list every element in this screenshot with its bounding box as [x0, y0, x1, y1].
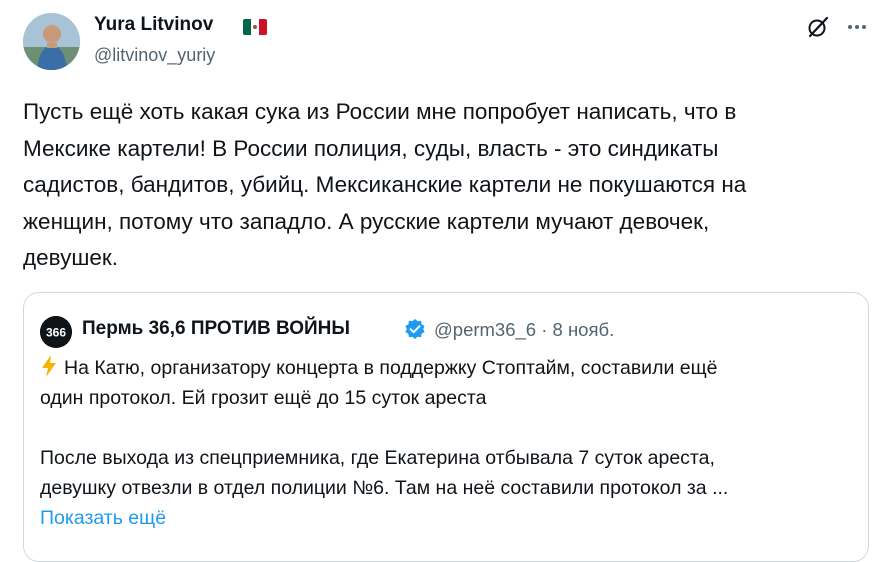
quoted-tweet-card[interactable]: 366 Пермь 36,6 ПРОТИВ ВОЙНЫ @perm36_6 · … [23, 292, 869, 562]
quoted-text: На Катю, организатору концерта в поддерж… [40, 353, 840, 533]
verified-badge-icon [405, 319, 425, 339]
author-avatar[interactable] [23, 13, 80, 70]
avatar-photo [23, 13, 80, 70]
show-more-link[interactable]: Показать ещё [40, 503, 840, 533]
logo-text: 366 [46, 326, 66, 340]
author-name[interactable]: Yura Litvinov [94, 14, 213, 36]
author-handle[interactable]: @litvinov_yuriy [94, 45, 215, 66]
high-voltage-icon [42, 355, 56, 377]
quoted-text-line: один протокол. Ей грозит ещё до 15 суток… [40, 387, 487, 409]
tweet-text-line: женщин, потому что западло. А русские ка… [23, 208, 710, 234]
quoted-text-line-1: На Катю, организатору концерта в поддерж… [64, 357, 718, 379]
tweet-text-line: девушек. [23, 245, 119, 270]
perm-366-logo: 366 [40, 316, 72, 348]
quoted-author-avatar[interactable]: 366 [40, 316, 72, 348]
more-icon[interactable] [846, 17, 868, 37]
quoted-handle-date[interactable]: @perm36_6 · 8 нояб. [434, 319, 614, 341]
tweet-text: Пусть ещё хоть какая сука из России мне … [23, 94, 863, 277]
quoted-author-name[interactable]: Пермь 36,6 ПРОТИВ ВОЙНЫ [82, 318, 350, 340]
tweet: Yura Litvinov @litvinov_yuriy Пусть ещё … [0, 0, 883, 562]
tweet-text-line: Мексике картели! В России полиция, суды,… [23, 135, 719, 161]
quoted-text-line: На Катю, организатору концерта в поддерж… [40, 353, 840, 383]
quoted-text-line: После выхода из спецприемника, где Екате… [40, 447, 715, 469]
tweet-text-line: Пусть ещё хоть какая сука из России мне … [23, 99, 737, 124]
quoted-text-line: девушку отвезли в отдел полиции №6. Там … [40, 477, 729, 499]
mexico-flag-icon [243, 19, 267, 35]
grok-icon[interactable] [806, 15, 830, 39]
tweet-text-line: садистов, бандитов, убийц. Мексиканские … [23, 172, 747, 197]
